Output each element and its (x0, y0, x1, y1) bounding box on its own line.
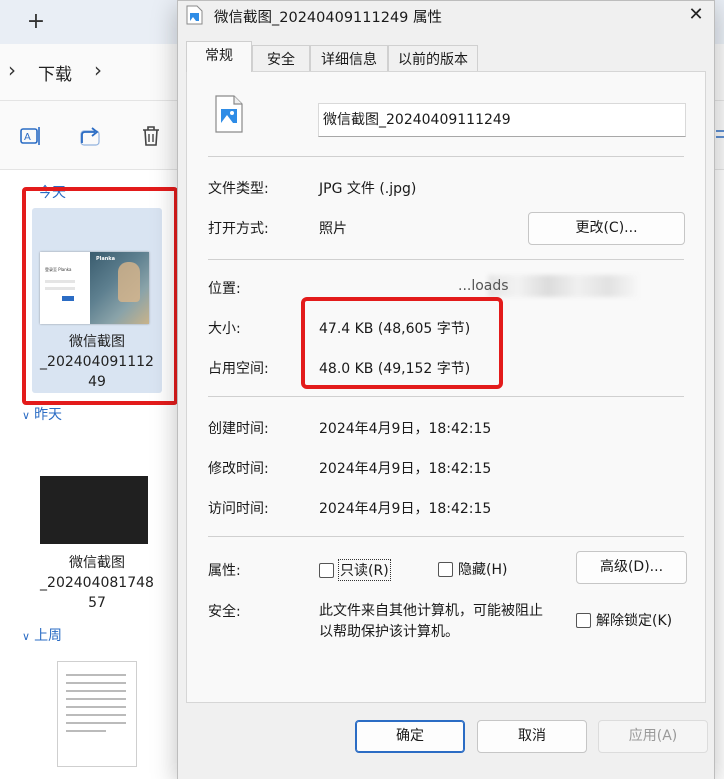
open-with-label: 打开方式: (208, 221, 269, 237)
tab-general[interactable]: 常规 (186, 41, 252, 72)
image-file-icon (186, 5, 203, 25)
file-name-line: 57 (88, 595, 106, 611)
ok-button[interactable]: 确定 (355, 720, 465, 753)
divider (208, 259, 684, 260)
delete-icon[interactable] (138, 123, 164, 149)
image-file-icon (215, 95, 243, 133)
group-label: 上周 (34, 628, 63, 644)
readonly-checkbox[interactable] (319, 562, 334, 578)
file-type-label: 文件类型: (208, 181, 269, 197)
open-with-value: 照片 (319, 221, 347, 237)
modified-label: 修改时间: (208, 461, 269, 477)
dialog-footer: 确定 取消 应用(A) (178, 703, 714, 779)
security-message-line: 此文件来自其他计算机，可能被阻止 (319, 603, 543, 619)
chevron-right-icon[interactable]: › (8, 58, 16, 82)
unblock-checkbox-row[interactable]: 解除锁定(K) (576, 610, 672, 630)
location-label: 位置: (208, 281, 241, 297)
location-value-blurred (488, 275, 638, 297)
hidden-checkbox[interactable] (438, 561, 453, 577)
divider (208, 156, 684, 157)
hidden-label[interactable]: 隐藏(H) (458, 559, 507, 579)
group-header-yesterday[interactable]: ∨ 昨天 (22, 404, 62, 424)
dialog-title: 微信截图_20240409111249 属性 (214, 10, 443, 26)
apply-button[interactable]: 应用(A) (598, 720, 708, 753)
tab-previous-versions[interactable]: 以前的版本 (388, 45, 478, 71)
close-icon[interactable]: ✕ (682, 4, 710, 26)
red-highlight-box (22, 187, 178, 405)
file-name-label[interactable]: 微信截图 _202404081748 57 (22, 553, 172, 613)
group-label: 昨天 (34, 407, 63, 423)
new-tab-button[interactable]: + (22, 8, 50, 36)
unblock-checkbox[interactable] (576, 612, 591, 628)
accessed-value: 2024年4月9日，18:42:15 (319, 501, 492, 517)
cancel-button[interactable]: 取消 (477, 720, 587, 753)
tab-details[interactable]: 详细信息 (310, 45, 388, 71)
file-name-field[interactable]: 微信截图_20240409111249 (318, 103, 686, 137)
rename-icon[interactable]: A (18, 123, 44, 149)
file-name-line: 微信截图 (69, 555, 125, 571)
file-type-value: JPG 文件 (.jpg) (319, 181, 417, 197)
advanced-button[interactable]: 高级(D)... (576, 551, 687, 584)
accessed-label: 访问时间: (208, 501, 269, 517)
attributes-label: 属性: (208, 563, 241, 579)
security-message: 此文件来自其他计算机，可能被阻止 以帮助保护该计算机。 (319, 601, 543, 643)
tab-security[interactable]: 安全 (252, 45, 310, 71)
file-thumbnail[interactable] (40, 476, 148, 544)
divider (208, 396, 684, 397)
caret-down-icon: ∨ (22, 409, 31, 422)
properties-dialog: 微信截图_20240409111249 属性 ✕ 常规 安全 详细信息 以前的版… (177, 0, 715, 779)
security-message-line: 以帮助保护该计算机。 (319, 624, 459, 640)
size-on-disk-label: 占用空间: (208, 361, 269, 377)
size-label: 大小: (208, 321, 241, 337)
readonly-checkbox-row[interactable]: 只读(R) (319, 559, 391, 581)
group-header-last-week[interactable]: ∨ 上周 (22, 625, 62, 645)
hidden-checkbox-row[interactable]: 隐藏(H) (438, 559, 507, 579)
share-icon[interactable] (78, 123, 104, 149)
caret-down-icon: ∨ (22, 630, 31, 643)
svg-text:A: A (24, 132, 31, 143)
sort-icon[interactable] (714, 123, 724, 147)
unblock-label[interactable]: 解除锁定(K) (596, 610, 672, 630)
readonly-label[interactable]: 只读(R) (338, 559, 391, 581)
breadcrumb-downloads[interactable]: 下载 (38, 60, 72, 85)
document-thumbnail[interactable] (57, 661, 137, 767)
security-label: 安全: (208, 604, 241, 620)
location-value: ...loads (458, 278, 509, 294)
file-name-line: _202404081748 (40, 575, 154, 591)
red-highlight-box (301, 297, 503, 389)
modified-value: 2024年4月9日，18:42:15 (319, 461, 492, 477)
created-label: 创建时间: (208, 421, 269, 437)
change-button[interactable]: 更改(C)... (528, 212, 685, 245)
chevron-right-icon[interactable]: › (94, 58, 102, 82)
divider (208, 536, 684, 537)
created-value: 2024年4月9日，18:42:15 (319, 421, 492, 437)
